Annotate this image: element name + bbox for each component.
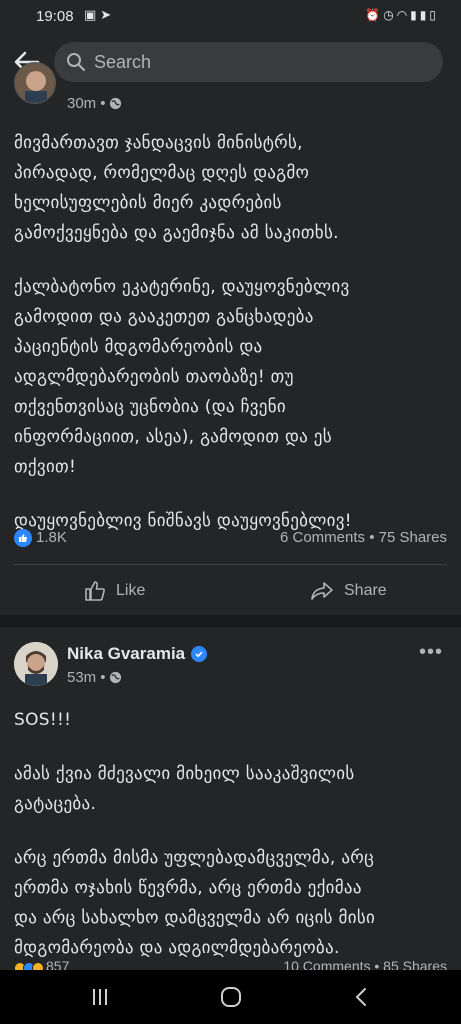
post-meta: 30m • [67,95,122,112]
recent-apps-button[interactable] [80,984,120,1010]
globe-icon [110,97,122,110]
post-time[interactable]: 30m [67,95,96,112]
globe-icon [110,671,122,684]
post-stats: 1.8K 6 Comments • 75 Shares [14,526,447,550]
signal-icon: ▮ [419,8,430,22]
post-body: მივმართავთ ჯანდაცვის მინისტრს, პირადად, … [14,128,450,560]
verified-badge-icon [191,646,208,662]
post-meta: 53m • [67,669,122,686]
reaction-icons[interactable] [14,962,44,970]
avatar[interactable] [14,642,58,686]
avatar[interactable] [14,62,56,104]
telegram-icon: ➤ [100,8,116,23]
status-bar: 19:08 ▣➤ ⏰◷◠▮▮▯ [0,0,461,34]
share-icon [311,582,333,600]
comments-shares-count[interactable]: 6 Comments • 75 Shares [280,529,447,546]
status-time: 19:08 [36,8,74,25]
post-body: SOS!!! ამას ქვია მძევალი მიხეილ სააკაშვი… [14,705,450,970]
alarm-icon: ⏰ [365,8,384,22]
image-icon: ▣ [84,8,101,23]
like-reaction-icon[interactable] [14,529,32,547]
back-chevron-icon [355,988,366,1006]
search-input[interactable] [94,42,424,82]
search-header [0,34,461,90]
home-button[interactable] [211,984,251,1010]
post-paragraph: არც ერთმა მისმა უფლებადამცველმა, არც ერთ… [14,848,376,958]
reactions-count[interactable]: 857 [46,958,69,970]
author-name-text: Nika Gvaramia [67,644,186,663]
search-bar[interactable] [54,42,443,82]
like-button[interactable]: Like [84,576,145,606]
back-nav-button[interactable] [341,984,381,1010]
battery-icon: ▯ [429,8,439,22]
post-card: 30m • მივმართავთ ჯანდაცვის მინისტრს, პირ… [0,62,461,615]
wifi-icon: ◠ [396,8,411,22]
status-left-icons: ▣➤ [84,8,115,23]
signal-icon: ▮ [410,8,420,22]
divider [14,564,447,565]
author-name[interactable]: Nika Gvaramia [67,644,208,664]
status-right-icons: ⏰◷◠▮▮▯ [365,8,439,22]
search-icon [67,53,85,71]
post-paragraph: ქალბატონო ეკატერინე, დაუყოვნებლივ გამოდი… [14,277,350,477]
clock-icon: ◷ [383,8,397,22]
share-label: Share [344,582,387,599]
home-icon [221,987,241,1007]
post-paragraph: SOS!!! [14,710,72,730]
recent-apps-icon [93,989,107,1005]
post-card: Nika Gvaramia ••• 53m • SOS!!! ამას ქვია… [0,627,461,970]
comments-shares-count[interactable]: 10 Comments • 85 Shares [283,958,447,970]
more-options-button[interactable]: ••• [419,641,443,664]
post-paragraph: ამას ქვია მძევალი მიხეილ სააკაშვილის გატ… [14,764,355,814]
system-nav-bar [0,970,461,1024]
thumbs-up-icon [85,581,105,601]
post-time[interactable]: 53m [67,669,96,686]
reactions-count[interactable]: 1.8K [36,529,67,546]
like-label: Like [116,582,146,599]
share-button[interactable]: Share [310,576,387,606]
post-paragraph: მივმართავთ ჯანდაცვის მინისტრს, პირადად, … [14,133,339,243]
